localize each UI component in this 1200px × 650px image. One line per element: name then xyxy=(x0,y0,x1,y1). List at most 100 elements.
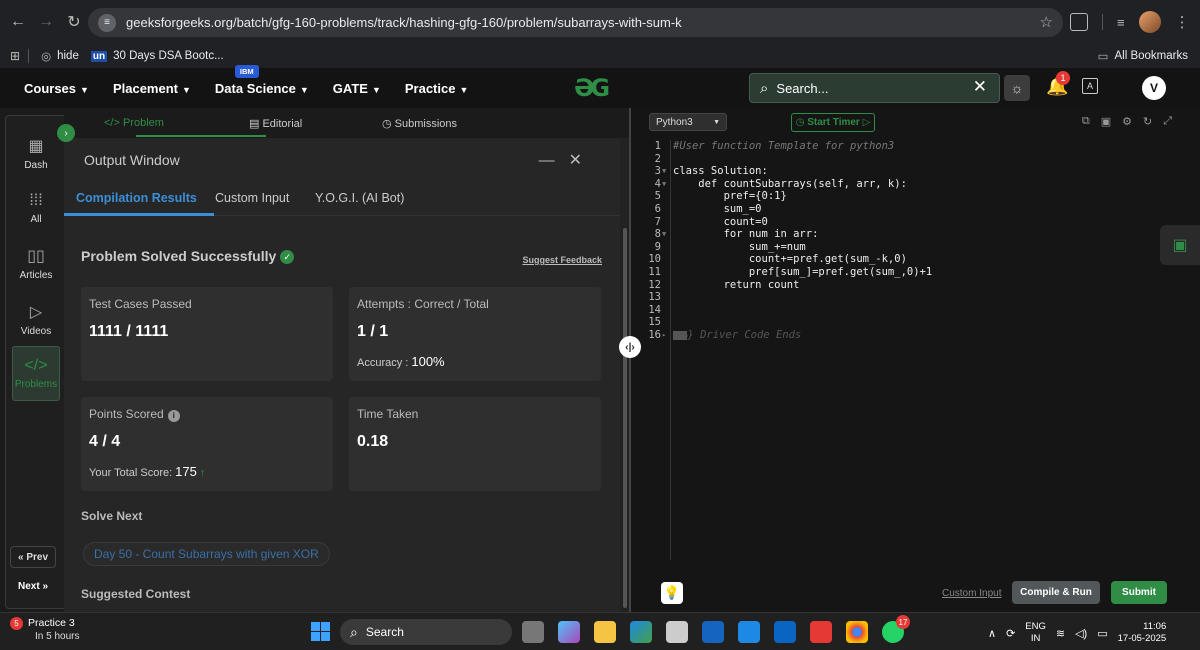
code-text: pref={0:1} xyxy=(673,190,787,203)
nav-gate[interactable]: GATE ▼ xyxy=(333,81,381,96)
profile-avatar[interactable] xyxy=(1138,11,1161,33)
code-line: 7 count=0 xyxy=(631,216,1200,229)
extensions-icon[interactable] xyxy=(1070,13,1088,31)
chevron-up-icon[interactable]: ∧ xyxy=(988,627,996,640)
submit-button[interactable]: Submit xyxy=(1111,581,1167,604)
chrome-icon[interactable] xyxy=(846,621,868,643)
tab-label: Editorial xyxy=(262,118,303,130)
rail-problems[interactable]: </> Problems xyxy=(12,346,60,401)
volume-icon[interactable]: ◁) xyxy=(1075,627,1087,640)
fold-icon[interactable]: ▼ xyxy=(662,228,666,241)
gfg-logo[interactable]: ƏG xyxy=(574,74,610,102)
media-controls-icon[interactable]: ≡ xyxy=(1117,15,1125,30)
address-bar[interactable]: ≡ geeksforgeeks.org/batch/gfg-160-proble… xyxy=(88,8,1063,37)
menu-icon[interactable]: ⋮ xyxy=(1175,13,1190,31)
rail-videos[interactable]: ▷ Videos xyxy=(6,302,66,337)
forward-icon[interactable]: → xyxy=(32,8,60,36)
translate-icon[interactable]: A xyxy=(1082,78,1098,94)
rail-dash[interactable]: ▦ Dash xyxy=(6,136,66,171)
sync-icon[interactable]: ⟳ xyxy=(1006,627,1015,640)
chevron-down-icon: ▼ xyxy=(182,84,191,95)
rail-articles[interactable]: ▯▯ Articles xyxy=(6,246,66,281)
bookmark-hide[interactable]: ◎ hide xyxy=(41,49,79,63)
back-icon[interactable]: ← xyxy=(4,8,32,36)
taskbar-calendar-item[interactable]: 5 Practice 3 In 5 hours xyxy=(10,617,79,642)
bookmark-dsa[interactable]: un 30 Days DSA Bootc... xyxy=(90,50,224,62)
theme-toggle-icon[interactable]: ☼ xyxy=(1004,75,1030,101)
tab-problem[interactable]: </> Problem xyxy=(104,117,164,129)
search-input[interactable]: ⌕ Search... ✕ xyxy=(749,73,1000,103)
code-line: 9 sum_+=num xyxy=(631,241,1200,254)
clock[interactable]: 11:06 17-05-2025 xyxy=(1118,621,1167,645)
code-text: sum_+=num xyxy=(673,240,806,253)
edge-icon[interactable] xyxy=(630,621,652,643)
reload-icon[interactable]: ↻ xyxy=(60,8,88,36)
language-select[interactable]: Python3 ▼ xyxy=(649,113,727,131)
rail-label: Videos xyxy=(20,326,52,337)
bookmark-star-icon[interactable]: ☆ xyxy=(1040,13,1053,31)
fold-icon[interactable]: ▸ xyxy=(662,329,666,342)
settings-icon[interactable]: ⚙ xyxy=(1122,115,1132,128)
search-icon: ⌕ xyxy=(760,79,769,97)
user-avatar[interactable]: V xyxy=(1142,76,1166,100)
language-indicator[interactable]: ENG IN xyxy=(1025,621,1046,645)
minimize-icon[interactable]: — xyxy=(539,152,569,169)
apps-grid-icon[interactable]: ⊞ xyxy=(10,49,20,63)
task-view-icon[interactable] xyxy=(522,621,544,643)
line-number: 11 xyxy=(648,265,661,278)
close-icon[interactable]: ✕ xyxy=(569,152,596,169)
code-area[interactable]: 1 #User function Template for python3 2 3… xyxy=(631,140,1200,560)
lightbulb-icon[interactable]: 💡 xyxy=(661,582,683,604)
custom-input-link[interactable]: Custom Input xyxy=(942,588,1001,599)
file-icon[interactable]: ▣ xyxy=(1101,115,1111,128)
next-problem-link[interactable]: Day 50 - Count Subarrays with given XOR xyxy=(83,542,330,566)
wps-icon[interactable] xyxy=(810,621,832,643)
fullscreen-icon[interactable]: ⤢ xyxy=(1163,115,1172,128)
vscode-icon[interactable] xyxy=(702,621,724,643)
taskbar-search-label: Search xyxy=(365,625,404,639)
copilot-icon[interactable] xyxy=(558,621,580,643)
file-explorer-icon[interactable] xyxy=(594,621,616,643)
window-controls: —✕ xyxy=(539,150,596,170)
nav-data-science[interactable]: IBM Data Science ▼ xyxy=(215,64,309,96)
taskbar-search[interactable]: ⌕ Search xyxy=(340,619,512,645)
points-card: Points Scored i 4 / 4 Your Total Score: 17… xyxy=(81,397,333,491)
chevron-down-icon: ▼ xyxy=(80,84,89,95)
prev-button[interactable]: « Prev xyxy=(10,546,56,568)
store-icon[interactable] xyxy=(666,621,688,643)
tab-compilation-results[interactable]: Compilation Results xyxy=(76,191,197,205)
code-line: 5 pref={0:1} xyxy=(631,190,1200,203)
reset-icon[interactable]: ↻ xyxy=(1143,115,1152,128)
compile-run-button[interactable]: Compile & Run xyxy=(1012,581,1100,604)
tab-custom-input[interactable]: Custom Input xyxy=(215,191,289,205)
chat-icon[interactable]: ▣ xyxy=(1160,225,1200,265)
outlook-icon[interactable] xyxy=(774,621,796,643)
nav-placement[interactable]: Placement ▼ xyxy=(113,81,191,96)
fold-icon[interactable]: ▼ xyxy=(662,178,666,191)
resize-handle-icon[interactable]: ‹|› xyxy=(619,336,641,358)
tab-submissions[interactable]: ◷ Submissions xyxy=(382,117,457,130)
nav-practice[interactable]: Practice ▼ xyxy=(405,81,469,96)
suggest-feedback-link[interactable]: Suggest Feedback xyxy=(522,255,602,265)
whatsapp-icon[interactable]: 17 xyxy=(882,615,910,643)
dropbox-icon[interactable] xyxy=(738,621,760,643)
battery-icon[interactable]: ▭ xyxy=(1097,627,1107,640)
tab-yogi[interactable]: Y.O.G.I. (AI Bot) xyxy=(315,191,404,205)
info-icon[interactable]: i xyxy=(167,409,180,422)
copy-icon[interactable]: ⧉ xyxy=(1082,115,1090,128)
scroll-thumb[interactable] xyxy=(623,228,627,608)
start-timer-button[interactable]: ◷ Start Timer ▷ xyxy=(791,113,875,132)
code-line: 8 ▼ for num in arr: xyxy=(631,228,1200,241)
expand-icon[interactable]: › xyxy=(57,124,75,142)
windows-start-icon[interactable] xyxy=(311,622,330,641)
nav-courses[interactable]: Courses ▼ xyxy=(24,81,89,96)
close-icon[interactable]: ✕ xyxy=(973,77,987,97)
wifi-icon[interactable]: ≋ xyxy=(1056,627,1065,640)
tests-card: Test Cases Passed 1111 / 1111 xyxy=(81,287,333,381)
fold-icon[interactable]: ▼ xyxy=(662,165,666,178)
site-settings-icon[interactable]: ≡ xyxy=(98,13,116,32)
rail-all[interactable]: ⁞⁞⁞ All xyxy=(6,192,66,225)
all-bookmarks[interactable]: ▭ All Bookmarks xyxy=(1098,49,1188,63)
tab-editorial[interactable]: ▤ Editorial xyxy=(249,117,302,130)
next-button[interactable]: Next » xyxy=(10,575,56,597)
